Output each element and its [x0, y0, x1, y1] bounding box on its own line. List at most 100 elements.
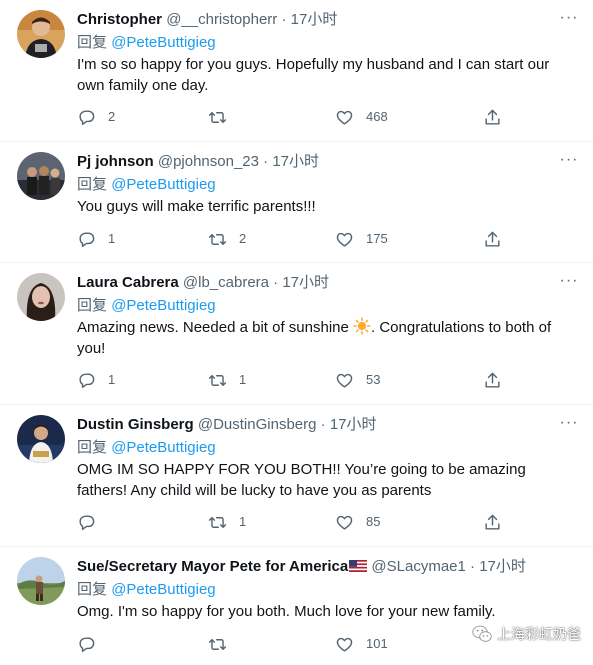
- reply-label: 回复: [77, 297, 108, 314]
- avatar[interactable]: [17, 10, 65, 58]
- retweet-button[interactable]: 1: [208, 370, 246, 390]
- timestamp[interactable]: 17小时: [479, 558, 526, 575]
- reply-button[interactable]: [77, 634, 108, 654]
- reply-icon: [79, 514, 95, 530]
- like-button[interactable]: 53: [335, 370, 380, 390]
- share-button[interactable]: [483, 107, 502, 127]
- reply-context: 回复 @PeteButtigieg: [77, 438, 216, 458]
- separator-dot: ·: [281, 11, 287, 28]
- retweet-icon: [208, 111, 227, 123]
- like-count: 85: [366, 514, 381, 529]
- reply-icon: [79, 372, 95, 388]
- avatar[interactable]: [17, 273, 65, 321]
- like-button[interactable]: 175: [335, 229, 388, 249]
- mention-link[interactable]: @PeteButtigieg: [111, 34, 215, 51]
- retweet-count: 1: [239, 372, 247, 387]
- reply-button[interactable]: 1: [77, 370, 115, 390]
- action-bar: 1 85: [77, 512, 579, 532]
- share-icon: [485, 109, 500, 125]
- action-bar: 1 2 175: [77, 229, 579, 249]
- watermark: 上海彩虹奶爸: [472, 623, 581, 645]
- reply-label: 回复: [77, 34, 108, 51]
- user-handle[interactable]: @SLacymae1: [371, 558, 465, 575]
- reply-icon: [79, 109, 95, 125]
- tweet[interactable]: Christopher @__christopherr · 17小时 ··· 回…: [0, 0, 593, 142]
- reply-count: 1: [108, 231, 116, 246]
- timestamp[interactable]: 17小时: [291, 11, 338, 28]
- avatar[interactable]: [17, 415, 65, 463]
- mention-link[interactable]: @PeteButtigieg: [111, 581, 215, 598]
- more-options-icon[interactable]: ···: [559, 150, 579, 170]
- like-count: 101: [366, 636, 388, 651]
- display-name[interactable]: Laura Cabrera: [77, 274, 179, 291]
- separator-dot: ·: [320, 416, 326, 433]
- retweet-icon: [208, 233, 227, 245]
- reply-count: 2: [108, 109, 116, 124]
- tweet-header: Pj johnson @pjohnson_23 · 17小时 ···: [77, 150, 579, 172]
- user-handle[interactable]: @lb_cabrera: [183, 274, 269, 291]
- reply-feed: Christopher @__christopherr · 17小时 ··· 回…: [0, 0, 593, 665]
- retweet-button[interactable]: 1: [208, 512, 246, 532]
- heart-icon: [336, 373, 353, 388]
- reply-button[interactable]: 2: [77, 107, 115, 127]
- retweet-button[interactable]: [208, 634, 239, 654]
- retweet-count: 1: [239, 514, 247, 529]
- retweet-count: 2: [239, 231, 247, 246]
- reply-label: 回复: [77, 581, 108, 598]
- like-button[interactable]: 85: [335, 512, 380, 532]
- mention-link[interactable]: @PeteButtigieg: [111, 439, 215, 456]
- like-button[interactable]: 101: [335, 634, 388, 654]
- display-name[interactable]: Sue/Secretary Mayor Pete for America: [77, 558, 348, 575]
- like-button[interactable]: 468: [335, 107, 388, 127]
- user-handle[interactable]: @pjohnson_23: [158, 153, 259, 170]
- more-options-icon[interactable]: ···: [559, 271, 579, 291]
- tweet-text: OMG IM SO HAPPY FOR YOU BOTH!! You’re go…: [77, 461, 526, 499]
- share-button[interactable]: [483, 229, 502, 249]
- tweet-header: Dustin Ginsberg @DustinGinsberg · 17小时 ·…: [77, 413, 579, 435]
- timestamp[interactable]: 17小时: [272, 153, 319, 170]
- display-name[interactable]: Pj johnson: [77, 153, 154, 170]
- action-bar: 2 468: [77, 107, 579, 127]
- timestamp[interactable]: 17小时: [330, 416, 377, 433]
- separator-dot: ·: [273, 274, 279, 291]
- share-icon: [485, 514, 500, 530]
- tweet-header: Laura Cabrera @lb_cabrera · 17小时 ···: [77, 271, 579, 293]
- retweet-button[interactable]: 2: [208, 229, 246, 249]
- reply-icon: [79, 636, 95, 652]
- retweet-button[interactable]: [208, 107, 239, 127]
- more-options-icon[interactable]: ···: [559, 413, 579, 433]
- tweet-text: I'm so so happy for you guys. Hopefully …: [77, 56, 550, 94]
- avatar[interactable]: [17, 557, 65, 605]
- reply-context: 回复 @PeteButtigieg: [77, 580, 216, 600]
- more-options-icon[interactable]: ···: [559, 8, 579, 28]
- display-name[interactable]: Christopher: [77, 11, 162, 28]
- user-handle[interactable]: @__christopherr: [166, 11, 277, 28]
- timestamp[interactable]: 17小时: [282, 274, 329, 291]
- action-bar: 1 1 53: [77, 370, 579, 390]
- like-count: 53: [366, 372, 381, 387]
- reply-button[interactable]: [77, 512, 108, 532]
- watermark-text: 上海彩虹奶爸: [497, 626, 581, 642]
- heart-icon: [336, 110, 353, 125]
- heart-icon: [336, 637, 353, 652]
- reply-button[interactable]: 1: [77, 229, 115, 249]
- reply-context: 回复 @PeteButtigieg: [77, 33, 216, 53]
- reply-context: 回复 @PeteButtigieg: [77, 296, 216, 316]
- share-button[interactable]: [483, 512, 502, 532]
- tweet[interactable]: Laura Cabrera @lb_cabrera · 17小时 ··· 回复 …: [0, 263, 593, 405]
- reply-label: 回复: [77, 439, 108, 456]
- tweet[interactable]: Dustin Ginsberg @DustinGinsberg · 17小时 ·…: [0, 405, 593, 547]
- tweet[interactable]: Pj johnson @pjohnson_23 · 17小时 ··· 回复 @P…: [0, 142, 593, 263]
- mention-link[interactable]: @PeteButtigieg: [111, 176, 215, 193]
- like-count: 175: [366, 231, 388, 246]
- like-count: 468: [366, 109, 388, 124]
- avatar[interactable]: [17, 152, 65, 200]
- reply-label: 回复: [77, 176, 108, 193]
- share-button[interactable]: [483, 370, 502, 390]
- user-handle[interactable]: @DustinGinsberg: [198, 416, 317, 433]
- tweet-header: Christopher @__christopherr · 17小时 ···: [77, 8, 579, 30]
- tweet[interactable]: Sue/Secretary Mayor Pete for America @SL…: [0, 547, 593, 665]
- mention-link[interactable]: @PeteButtigieg: [111, 297, 215, 314]
- display-name[interactable]: Dustin Ginsberg: [77, 416, 194, 433]
- heart-icon: [336, 515, 353, 530]
